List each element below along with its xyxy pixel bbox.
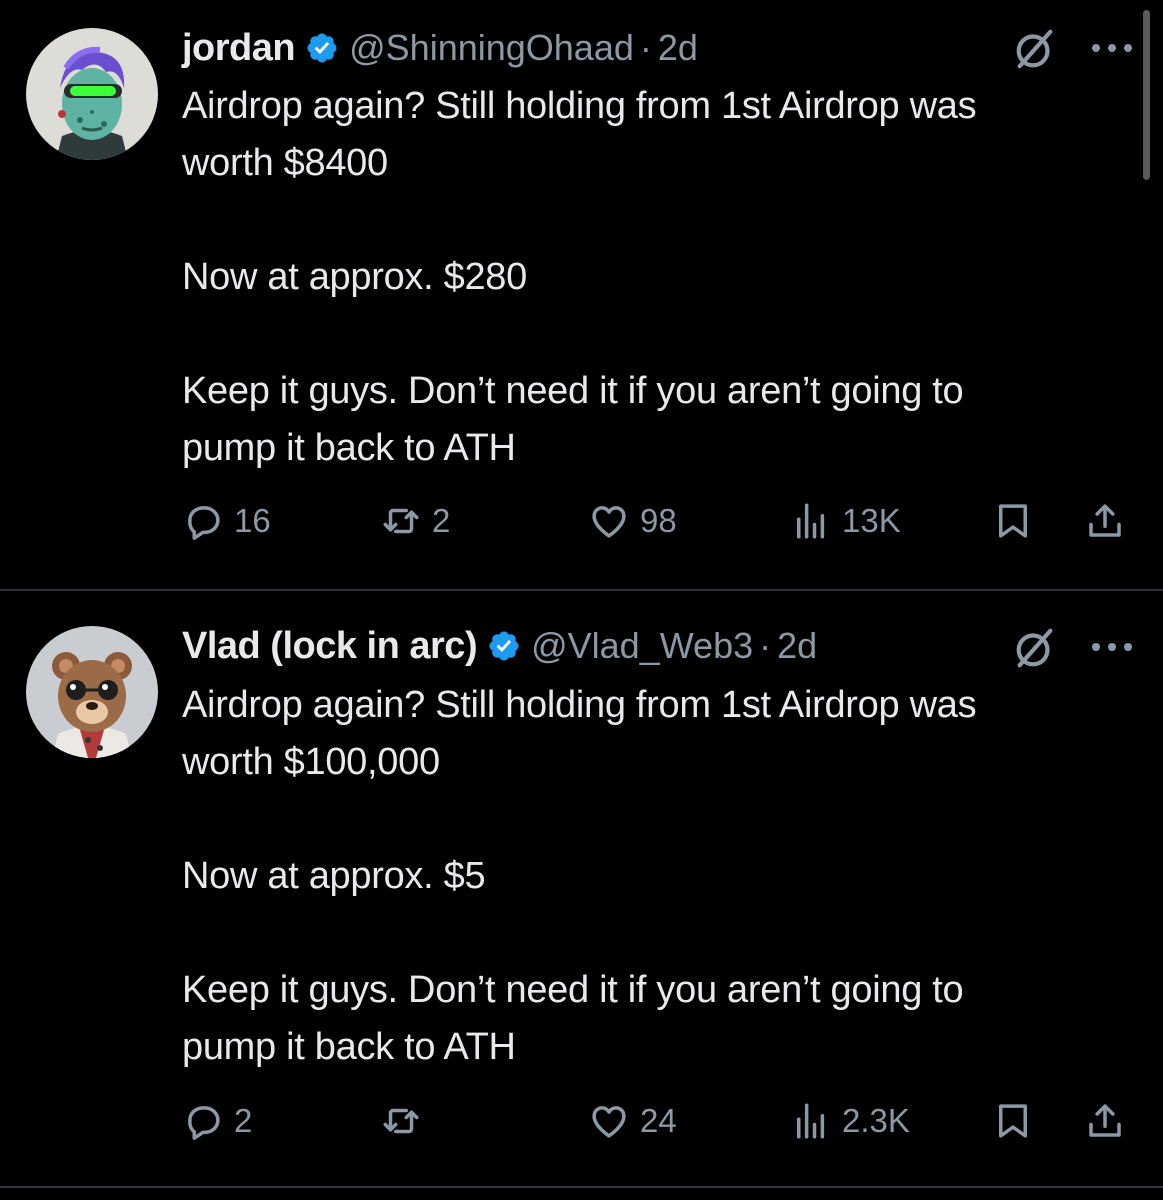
tweet-line: Airdrop again? Still holding from 1st Ai… <box>182 684 977 726</box>
share-icon <box>1089 504 1121 537</box>
avatar-vlad[interactable] <box>26 626 158 758</box>
reply-count: 16 <box>234 502 271 539</box>
user-handle[interactable]: @ShinningOhaad <box>349 27 634 69</box>
like-count: 98 <box>640 502 677 539</box>
bookmark-button[interactable] <box>992 1100 1034 1142</box>
timestamp[interactable]: 2d <box>777 625 817 667</box>
timestamp[interactable]: 2d <box>658 27 698 69</box>
user-handle[interactable]: @Vlad_Web3 <box>531 625 753 667</box>
tweet-line: Now at approx. $5 <box>182 855 486 897</box>
share-button[interactable] <box>1084 500 1126 542</box>
bookmark-icon <box>999 1104 1027 1138</box>
views-button[interactable]: 13K <box>790 500 901 542</box>
tweet-line: pump it back to ATH <box>182 427 516 469</box>
repost-button[interactable]: 2 <box>380 500 450 542</box>
repost-count: 2 <box>432 502 451 539</box>
divider <box>0 589 1163 591</box>
tweet-line: Keep it guys. Don’t need it if you aren’… <box>182 370 964 412</box>
more-icon[interactable] <box>1088 38 1136 58</box>
avatar-jordan[interactable] <box>26 28 158 160</box>
more-icon[interactable] <box>1088 637 1136 657</box>
verified-badge-icon <box>489 631 519 661</box>
views-count: 2.3K <box>842 1102 910 1139</box>
grok-icon[interactable] <box>1012 26 1058 72</box>
bookmark-icon <box>999 504 1027 538</box>
tweet-text: Airdrop again? Still holding from 1st Ai… <box>182 78 1143 477</box>
tweet-line: worth $8400 <box>182 142 388 184</box>
tweet-line: worth $100,000 <box>182 741 440 783</box>
scrollbar[interactable] <box>1143 10 1150 180</box>
display-name[interactable]: Vlad (lock in arc) <box>182 625 478 668</box>
repost-icon <box>383 1108 419 1134</box>
reply-button[interactable]: 2 <box>182 1100 252 1142</box>
tweet-line: Keep it guys. Don’t need it if you aren’… <box>182 969 964 1011</box>
tweet-line <box>182 791 1143 848</box>
like-icon <box>592 1106 626 1138</box>
views-count: 13K <box>842 502 901 539</box>
like-button[interactable]: 24 <box>588 1100 677 1142</box>
verified-badge-icon <box>307 33 337 63</box>
tweet-text: Airdrop again? Still holding from 1st Ai… <box>182 677 1143 1076</box>
tweet-line <box>182 905 1143 962</box>
tweet-header: jordan @ShinningOhaad · 2d <box>182 24 1143 72</box>
like-icon <box>592 506 626 538</box>
share-icon <box>1089 1104 1121 1137</box>
like-button[interactable]: 98 <box>588 500 677 542</box>
share-button[interactable] <box>1084 1100 1126 1142</box>
action-bar: 2 24 2.3K <box>182 1100 1133 1150</box>
views-icon <box>797 503 825 539</box>
tweet-line <box>182 192 1143 249</box>
action-bar: 16 2 98 13K <box>182 500 1133 550</box>
tweet-jordan[interactable]: jordan @ShinningOhaad · 2d Airdrop again… <box>0 0 1163 590</box>
tweet-line: Airdrop again? Still holding from 1st Ai… <box>182 85 977 127</box>
bookmark-button[interactable] <box>992 500 1034 542</box>
repost-icon <box>383 508 419 534</box>
reply-icon <box>188 506 220 540</box>
tweet-vlad[interactable]: Vlad (lock in arc) @Vlad_Web3 · 2d Airdr… <box>0 592 1163 1192</box>
tweet-line: Now at approx. $280 <box>182 256 527 298</box>
separator-dot: · <box>759 625 772 666</box>
tweet-line <box>182 306 1143 363</box>
tweet-line: pump it back to ATH <box>182 1026 516 1068</box>
views-button[interactable]: 2.3K <box>790 1100 910 1142</box>
like-count: 24 <box>640 1102 677 1139</box>
grok-icon[interactable] <box>1012 625 1058 671</box>
reply-icon <box>188 1106 220 1140</box>
reply-count: 2 <box>234 1102 253 1139</box>
reply-button[interactable]: 16 <box>182 500 271 542</box>
separator-dot: · <box>639 27 652 68</box>
divider <box>0 1186 1163 1188</box>
display-name[interactable]: jordan <box>182 27 296 70</box>
tweet-header: Vlad (lock in arc) @Vlad_Web3 · 2d <box>182 622 1143 670</box>
views-icon <box>797 1103 825 1139</box>
repost-button[interactable] <box>380 1100 432 1142</box>
